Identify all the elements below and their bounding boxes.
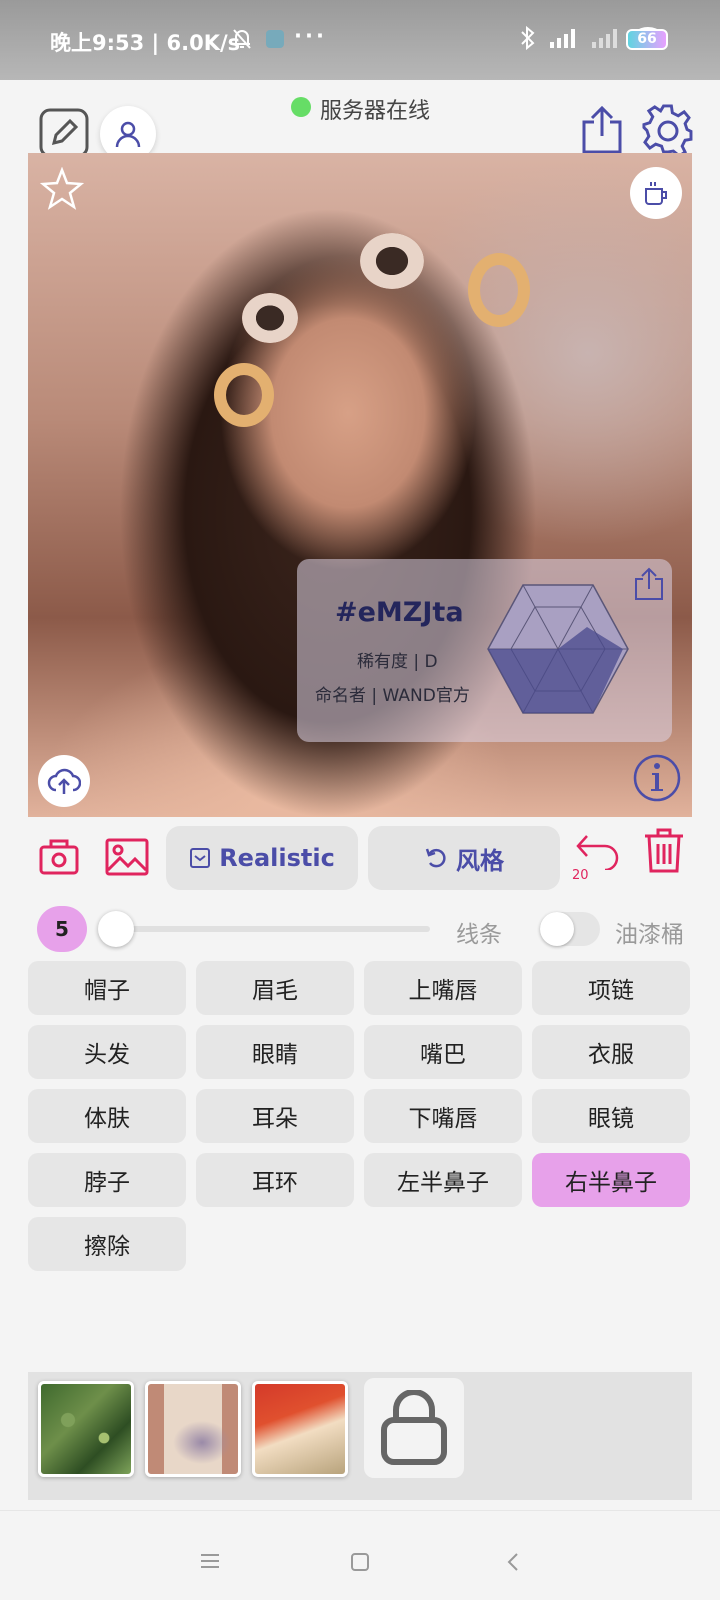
share-button[interactable]	[578, 102, 626, 158]
bell-off-icon	[233, 29, 251, 49]
brush-size-badge: 5	[37, 906, 87, 952]
share-icon	[635, 567, 663, 600]
line-mode-label: 线条	[456, 922, 502, 948]
part-selector-grid: 帽子 眉毛 上嘴唇 项链头发 眼睛 嘴巴 衣服体肤 耳朵 下嘴唇 眼镜脖子 耳环 左半鼻子 右半鼻子擦除	[28, 961, 692, 1271]
status-time-speed: 晚上9:53 | 6.0K/s	[50, 31, 241, 55]
coffee-button[interactable]	[630, 167, 682, 219]
realistic-label: Realistic	[219, 844, 335, 872]
locked-slot[interactable]	[364, 1378, 464, 1478]
part-button[interactable]: 眼镜	[532, 1089, 690, 1143]
part-button[interactable]: 衣服	[532, 1025, 690, 1079]
brush-size-slider-thumb[interactable]	[98, 911, 134, 947]
menu-icon[interactable]	[200, 1553, 220, 1569]
undo-icon	[576, 835, 619, 870]
gear-icon	[642, 104, 693, 158]
history-thumbnail[interactable]	[38, 1381, 134, 1477]
server-status-text: 服务器在线	[320, 99, 431, 124]
favorite-button[interactable]	[39, 166, 85, 215]
part-button[interactable]: 擦除	[28, 1217, 186, 1271]
edit-icon	[39, 108, 89, 158]
status-bar: 晚上9:53 | 6.0K/s ··· 66	[0, 0, 720, 80]
card-namer: 命名者 | WAND官方	[315, 686, 470, 706]
part-button[interactable]: 上嘴唇	[364, 961, 522, 1015]
settings-button[interactable]	[640, 103, 696, 159]
user-icon	[115, 121, 141, 148]
gallery-button[interactable]	[104, 836, 150, 878]
edit-button[interactable]	[38, 107, 90, 159]
paint-bucket-label: 油漆桶	[615, 922, 684, 948]
battery-indicator: 66	[626, 29, 668, 50]
part-button[interactable]: 帽子	[28, 961, 186, 1015]
cloud-upload-icon	[47, 768, 81, 794]
star-icon	[39, 166, 85, 210]
checkbox-icon	[190, 848, 211, 868]
undo-count: 20	[572, 868, 589, 883]
coffee-icon	[645, 182, 667, 205]
undo-button[interactable]	[574, 826, 622, 874]
back-icon[interactable]	[506, 1552, 520, 1572]
part-button[interactable]: 体肤	[28, 1089, 186, 1143]
card-share-button[interactable]	[634, 567, 664, 605]
part-button[interactable]: 眉毛	[196, 961, 354, 1015]
trash-icon	[645, 828, 683, 873]
canvas-eye-left	[242, 293, 298, 343]
part-button[interactable]: 左半鼻子	[364, 1153, 522, 1207]
tool-bar: Realistic 风格 20	[0, 826, 720, 894]
style-label: 风格	[456, 846, 504, 875]
toggle-knob	[540, 912, 574, 946]
drawing-canvas[interactable]: #eMZJta 稀有度 | D 命名者 | WAND官方	[28, 153, 692, 817]
canvas-earring-right	[468, 253, 530, 327]
realistic-mode-button[interactable]: Realistic	[166, 826, 358, 890]
more-notifications-icon: ···	[294, 24, 327, 48]
part-button[interactable]: 眼睛	[196, 1025, 354, 1079]
image-icon	[105, 838, 149, 876]
camera-icon	[39, 839, 79, 875]
delete-button[interactable]	[640, 826, 688, 876]
history-thumbnail[interactable]	[145, 1381, 241, 1477]
system-nav-bar	[0, 1510, 720, 1600]
brush-size-slider[interactable]	[104, 926, 430, 932]
card-rarity: 稀有度 | D	[357, 652, 438, 672]
server-status-dot	[291, 97, 311, 117]
info-icon	[633, 754, 681, 802]
bluetooth-icon	[521, 26, 535, 50]
share-icon	[582, 105, 622, 154]
radar-chart	[487, 584, 629, 714]
part-button[interactable]: 下嘴唇	[364, 1089, 522, 1143]
history-strip	[28, 1372, 692, 1500]
part-button[interactable]: 右半鼻子	[532, 1153, 690, 1207]
canvas-eye-right	[360, 233, 424, 289]
card-tag: #eMZJta	[335, 597, 464, 628]
part-button[interactable]: 耳环	[196, 1153, 354, 1207]
rotate-icon	[425, 848, 446, 868]
cloud-upload-button[interactable]	[38, 755, 90, 807]
brush-controls: 5 线条 油漆桶	[0, 904, 720, 954]
app-notification-icon	[266, 30, 284, 48]
style-button[interactable]: 风格	[368, 826, 560, 890]
signal-hd-icon	[550, 29, 575, 48]
home-icon[interactable]	[350, 1552, 370, 1572]
canvas-earring-left	[214, 363, 274, 427]
info-button[interactable]	[632, 753, 682, 807]
part-button[interactable]: 脖子	[28, 1153, 186, 1207]
signal-weak-icon	[592, 29, 617, 48]
part-button[interactable]: 耳朵	[196, 1089, 354, 1143]
history-thumbnail[interactable]	[252, 1381, 348, 1477]
character-card[interactable]: #eMZJta 稀有度 | D 命名者 | WAND官方	[297, 559, 672, 742]
part-button[interactable]: 项链	[532, 961, 690, 1015]
part-button[interactable]: 头发	[28, 1025, 186, 1079]
part-button[interactable]: 嘴巴	[364, 1025, 522, 1079]
lock-icon	[381, 1390, 447, 1465]
paint-bucket-toggle[interactable]	[540, 912, 600, 946]
camera-button[interactable]	[38, 836, 80, 878]
